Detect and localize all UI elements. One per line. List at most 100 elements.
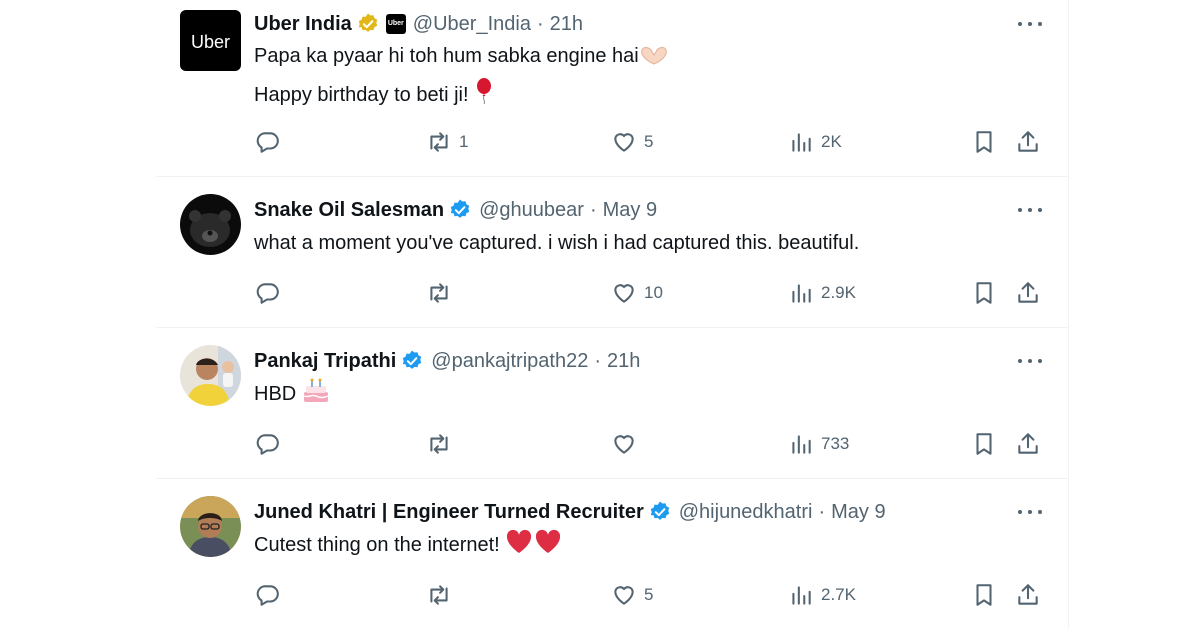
reply-icon: [256, 283, 279, 304]
heart-icon: [614, 284, 634, 303]
retweet-button[interactable]: [426, 580, 459, 610]
bookmark-icon: [976, 433, 992, 455]
bookmark-icon: [976, 584, 992, 606]
verified-gold-icon: [356, 12, 380, 36]
timestamp[interactable]: May 9: [831, 498, 885, 526]
verified-blue-icon: [448, 198, 472, 222]
tweet-text-line-1: what a moment you've captured. i wish i …: [254, 232, 860, 254]
tweet-snake-oil[interactable]: Snake Oil Salesman @ghuubear · May 9 wha…: [156, 177, 1068, 328]
retweet-icon: [430, 132, 448, 152]
bookmark-button[interactable]: [971, 278, 997, 308]
tweet-text-line-1: HBD: [254, 383, 302, 405]
retweet-icon: [430, 283, 448, 303]
display-name[interactable]: Snake Oil Salesman: [254, 196, 444, 224]
more-icon[interactable]: [1018, 16, 1042, 32]
tweet-header: Uber India Uber @Uber_India · 21h: [254, 10, 1048, 38]
red-hearts-emoji-icon: [505, 529, 563, 566]
share-button[interactable]: [1015, 127, 1041, 157]
views-button[interactable]: 2.7K: [788, 580, 856, 610]
timestamp[interactable]: 21h: [550, 10, 583, 38]
views-icon: [792, 435, 811, 454]
share-icon: [1018, 282, 1038, 303]
views-button[interactable]: 2K: [788, 127, 842, 157]
retweet-button[interactable]: [426, 429, 459, 459]
tweet-text-line-2: Happy birthday to beti ji!: [254, 84, 475, 106]
display-name[interactable]: Uber India: [254, 10, 352, 38]
share-icon: [1018, 131, 1038, 152]
like-button[interactable]: 10: [611, 278, 663, 308]
tweet-actions: 1 5 2K: [156, 127, 1068, 157]
handle[interactable]: @Uber_India: [413, 10, 531, 38]
bookmark-icon: [976, 282, 992, 304]
bookmark-icon: [976, 131, 992, 153]
more-icon[interactable]: [1018, 202, 1042, 218]
share-icon: [1018, 433, 1038, 454]
reply-button[interactable]: [254, 429, 287, 459]
tweet-text: HBD: [254, 378, 1008, 415]
reply-button[interactable]: [254, 127, 287, 157]
separator-dot: ·: [536, 13, 544, 35]
tweet-text: Cutest thing on the internet!: [254, 529, 1008, 566]
display-name[interactable]: Juned Khatri | Engineer Turned Recruiter: [254, 498, 644, 526]
more-icon[interactable]: [1018, 353, 1042, 369]
tweet-text-line-1: Cutest thing on the internet!: [254, 534, 506, 556]
verified-blue-icon: [648, 500, 672, 524]
avatar-pankaj[interactable]: [180, 345, 241, 406]
heart-icon: [614, 435, 634, 454]
tweet-text-line-1: Papa ka pyaar hi toh hum sabka engine ha…: [254, 45, 639, 67]
retweet-button[interactable]: [426, 278, 459, 308]
reply-icon: [256, 585, 279, 606]
tweet-header: Snake Oil Salesman @ghuubear · May 9: [254, 196, 1048, 224]
tweet-juned[interactable]: Juned Khatri | Engineer Turned Recruiter…: [156, 479, 1068, 628]
separator-dot: ·: [818, 501, 826, 523]
views-icon: [792, 586, 811, 605]
like-button[interactable]: 5: [611, 580, 653, 610]
handle[interactable]: @ghuubear: [479, 196, 584, 224]
views-button[interactable]: 733: [788, 429, 849, 459]
display-name[interactable]: Pankaj Tripathi: [254, 347, 396, 375]
tweet-header: Pankaj Tripathi @pankajtripath22 · 21h: [254, 347, 1048, 375]
views-button[interactable]: 2.9K: [788, 278, 856, 308]
bookmark-button[interactable]: [971, 580, 997, 610]
like-button[interactable]: 5: [611, 127, 653, 157]
retweet-button[interactable]: 1: [426, 127, 468, 157]
verified-blue-icon: [400, 349, 424, 373]
tweet-text: Papa ka pyaar hi toh hum sabka engine ha…: [254, 40, 1008, 116]
avatar-uber[interactable]: Uber: [180, 10, 241, 71]
handle[interactable]: @hijunedkhatri: [679, 498, 813, 526]
avatar-juned[interactable]: [180, 496, 241, 557]
more-icon[interactable]: [1018, 504, 1042, 520]
timestamp[interactable]: 21h: [607, 347, 640, 375]
tweet-uber-india[interactable]: Uber Uber India Uber @Uber_India · 21h P…: [156, 0, 1068, 177]
bookmark-button[interactable]: [971, 429, 997, 459]
uber-logo-text: Uber: [191, 32, 230, 52]
retweet-icon: [430, 585, 448, 605]
views-icon: [792, 133, 811, 152]
heart-icon: [614, 133, 634, 152]
heart-icon: [614, 586, 634, 605]
bookmark-button[interactable]: [971, 127, 997, 157]
share-button[interactable]: [1015, 580, 1041, 610]
tweet-header: Juned Khatri | Engineer Turned Recruiter…: [254, 498, 1048, 526]
tweet-text: what a moment you've captured. i wish i …: [254, 227, 1008, 260]
share-icon: [1018, 584, 1038, 605]
share-button[interactable]: [1015, 278, 1041, 308]
avatar-bear[interactable]: [180, 194, 241, 255]
retweet-icon: [430, 434, 448, 454]
reply-timeline: Uber Uber India Uber @Uber_India · 21h P…: [156, 0, 1069, 628]
tweet-actions: 733: [156, 429, 1068, 459]
like-button[interactable]: [611, 429, 644, 459]
separator-dot: ·: [594, 350, 602, 372]
separator-dot: ·: [589, 199, 597, 221]
share-button[interactable]: [1015, 429, 1041, 459]
affiliate-badge-icon[interactable]: Uber: [385, 14, 406, 34]
reply-icon: [256, 132, 279, 153]
timestamp[interactable]: May 9: [603, 196, 657, 224]
reply-button[interactable]: [254, 580, 287, 610]
handle[interactable]: @pankajtripath22: [431, 347, 588, 375]
tweet-pankaj[interactable]: Pankaj Tripathi @pankajtripath22 · 21h H…: [156, 328, 1068, 479]
views-icon: [792, 284, 811, 303]
tweet-actions: 5 2.7K: [156, 580, 1068, 610]
reply-button[interactable]: [254, 278, 287, 308]
balloon-emoji-icon: [474, 77, 494, 116]
